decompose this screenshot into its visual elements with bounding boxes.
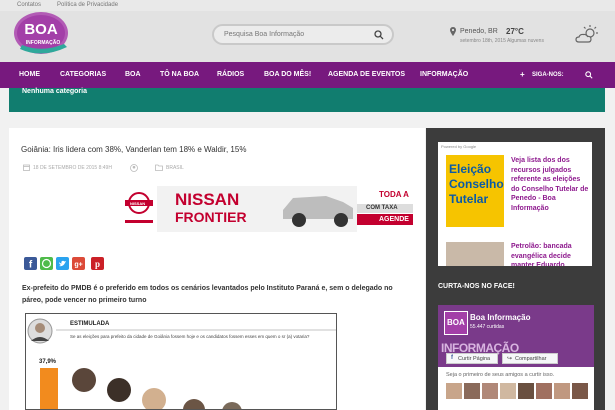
sidebar: Powered by Google Eleição Conselho Tutel… bbox=[426, 128, 605, 410]
ad-text-3: AGENDE bbox=[379, 216, 409, 223]
privacy-policy-link[interactable]: Política de Privacidade bbox=[57, 2, 118, 8]
pinterest-share-button[interactable]: p bbox=[91, 257, 104, 270]
story-image-text: Eleição Conselho Tutelar bbox=[449, 162, 504, 206]
folder-icon bbox=[155, 164, 163, 171]
contact-link[interactable]: Contatos bbox=[17, 2, 41, 8]
facebook-friends-note: Seja o primeiro de seus amigos a curtir … bbox=[446, 372, 555, 378]
article-category[interactable]: BRASIL bbox=[166, 165, 184, 171]
twitter-share-button[interactable] bbox=[56, 257, 69, 270]
friend-avatar bbox=[482, 383, 498, 399]
share-arrow-icon: ↪ bbox=[507, 356, 513, 362]
nissan-ad-banner[interactable]: NISSAN NISSAN FRONTIER TODA A COM TAXA A… bbox=[121, 186, 413, 232]
facebook-page-avatar[interactable]: BOA bbox=[444, 311, 468, 335]
nav-search-icon[interactable] bbox=[585, 71, 593, 79]
ad-text-1: TODA A bbox=[379, 190, 409, 199]
site-logo[interactable]: BOA INFORMAÇÃO bbox=[12, 11, 72, 61]
facebook-like-button[interactable]: f Curtir Página bbox=[446, 353, 498, 364]
search-icon[interactable] bbox=[374, 30, 384, 40]
ad-text-2: COM TAXA bbox=[366, 205, 398, 211]
search-placeholder: Pesquisa Boa Informação bbox=[224, 31, 305, 38]
calendar-icon bbox=[23, 164, 30, 171]
svg-text:f: f bbox=[29, 260, 33, 271]
friend-avatar bbox=[500, 383, 516, 399]
svg-text:g+: g+ bbox=[74, 262, 82, 269]
friend-avatar bbox=[572, 383, 588, 399]
article-container: Goiânia: Iris lidera com 38%, Vanderlan … bbox=[9, 128, 425, 410]
category-bar-text: Nenhuma categoria bbox=[22, 88, 87, 95]
story-2-image[interactable] bbox=[446, 242, 504, 266]
nav-categorias[interactable]: CATEGORIAS bbox=[60, 71, 106, 78]
powered-by-google: Powered by Google bbox=[441, 144, 477, 149]
ad-model: FRONTIER bbox=[175, 209, 247, 225]
partly-cloudy-icon bbox=[575, 25, 598, 43]
nav-siga-nos[interactable]: SIGA-NOS: bbox=[532, 72, 564, 78]
nav-boa[interactable]: BOA bbox=[125, 71, 141, 78]
ad-brand: NISSAN bbox=[175, 190, 240, 209]
facebook-page-widget[interactable]: INFORMAÇÃO BOA Boa Informação 55.447 cur… bbox=[438, 305, 594, 410]
sidebar-news-ad[interactable]: Powered by Google Eleição Conselho Tutel… bbox=[438, 142, 592, 266]
nav-home[interactable]: HOME bbox=[19, 71, 40, 78]
header: BOA INFORMAÇÃO Pesquisa Boa Informação P… bbox=[0, 11, 615, 62]
google-plus-share-button[interactable]: g+ bbox=[72, 257, 85, 270]
facebook-like-label: Curtir Página bbox=[458, 356, 491, 362]
friend-avatar bbox=[518, 383, 534, 399]
weather-location: Penedo, BR bbox=[460, 28, 498, 35]
story-1-title[interactable]: Veja lista dos dos recursos julgados ref… bbox=[511, 156, 589, 213]
logo-subtext: INFORMAÇÃO bbox=[26, 39, 61, 46]
facebook-icon: f bbox=[29, 260, 33, 271]
facebook-likes: 55.447 curtidas bbox=[470, 324, 505, 330]
whatsapp-share-button[interactable] bbox=[40, 257, 53, 270]
facebook-avatar-text: BOA bbox=[447, 318, 465, 327]
ad-logo-text: NISSAN bbox=[130, 201, 146, 206]
nav-informacao[interactable]: INFORMAÇÃO bbox=[420, 71, 468, 78]
infographic-heading: ESTIMULADA bbox=[70, 321, 110, 327]
weather-date-conditions: setembro 18th, 2015 Algumas nuvens bbox=[460, 38, 544, 44]
svg-text:p: p bbox=[95, 259, 100, 269]
nav-radios[interactable]: RÁDIOS bbox=[217, 71, 244, 78]
whatsapp-icon bbox=[41, 258, 52, 269]
poll-infographic: ESTIMULADA Se as eleições para prefeito … bbox=[25, 313, 337, 410]
infographic-value: 37,9% bbox=[39, 359, 57, 365]
friend-avatar bbox=[446, 383, 462, 399]
article-lead: Ex-prefeito do PMDB é o preferido em tod… bbox=[22, 285, 393, 304]
nav-agenda-de-eventos[interactable]: AGENDA DE EVENTOS bbox=[328, 71, 405, 78]
category-bar: Nenhuma categoria bbox=[9, 88, 605, 112]
friend-avatar bbox=[536, 383, 552, 399]
friend-avatar bbox=[554, 383, 570, 399]
sidebar-heading: CURTA-NOS NO FACE! bbox=[438, 283, 515, 290]
facebook-share-button[interactable]: f bbox=[24, 257, 37, 271]
article-title[interactable]: Goiânia: Iris lidera com 38%, Vanderlan … bbox=[21, 145, 246, 154]
logo-text: BOA bbox=[24, 21, 58, 38]
twitter-icon bbox=[59, 260, 66, 267]
weather-widget: Penedo, BR 27°C setembro 18th, 2015 Algu… bbox=[448, 25, 608, 59]
search-input[interactable]: Pesquisa Boa Informação bbox=[212, 24, 394, 45]
nav-to-na-boa[interactable]: TÔ NA BOA bbox=[160, 71, 199, 78]
infographic-question: Se as eleições para prefeito da cidade d… bbox=[70, 334, 310, 339]
facebook-page-name[interactable]: Boa Informação bbox=[470, 313, 530, 322]
main-nav: HOME CATEGORIAS BOA TÔ NA BOA RÁDIOS BOA… bbox=[0, 62, 615, 88]
facebook-share-page-button[interactable]: ↪ Compartilhar bbox=[502, 353, 558, 364]
story-image[interactable]: Eleição Conselho Tutelar bbox=[446, 155, 504, 227]
story-2-title[interactable]: Petrolão: bancada evangélica decide mant… bbox=[511, 242, 589, 266]
google-plus-icon: g+ bbox=[74, 262, 82, 269]
nav-boa-do-mes[interactable]: BOA DO MÊS! bbox=[264, 71, 311, 78]
top-bar: Contatos Política de Privacidade bbox=[0, 0, 615, 11]
facebook-share-label: Compartilhar bbox=[515, 356, 547, 362]
pinterest-icon: p bbox=[95, 259, 100, 269]
location-pin-icon bbox=[450, 27, 456, 36]
author-avatar-icon[interactable] bbox=[130, 164, 138, 172]
plus-icon[interactable]: + bbox=[520, 70, 525, 79]
weather-temperature: 27°C bbox=[506, 27, 524, 36]
article-date: 18 DE SETEMBRO DE 2015 8:49H bbox=[33, 165, 112, 171]
friend-avatar bbox=[464, 383, 480, 399]
facebook-f-icon: f bbox=[451, 355, 453, 361]
